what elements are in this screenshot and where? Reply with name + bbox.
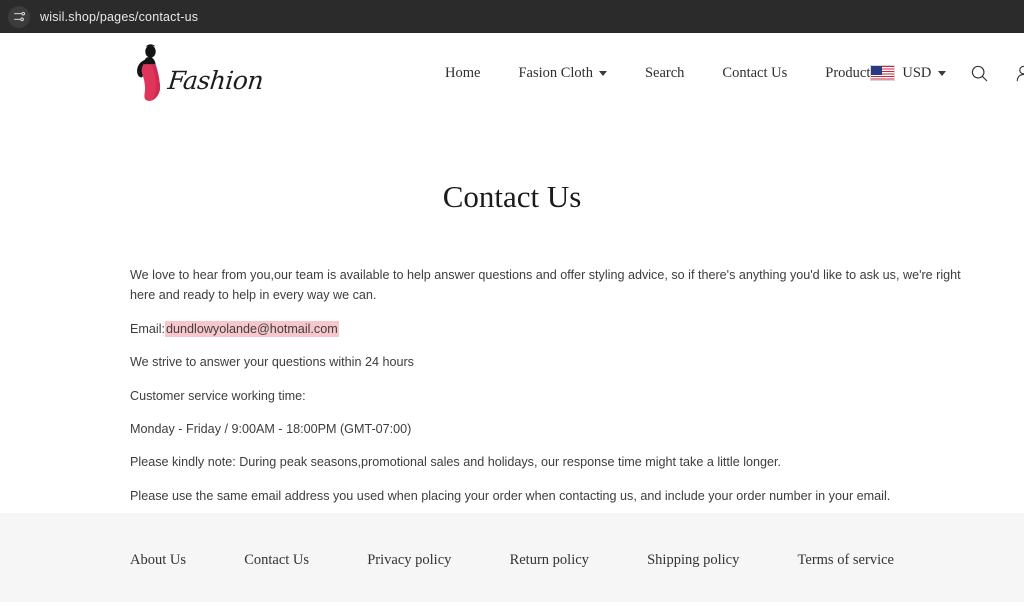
nav-item-label: Home [445,64,481,81]
account-icon[interactable] [1012,62,1024,84]
nav-item-label: Contact Us [722,64,788,81]
footer-link-privacy-policy[interactable]: Privacy policy [367,552,451,569]
footer-link-terms-of-service[interactable]: Terms of service [798,552,894,569]
browser-url-bar[interactable]: wisil.shop/pages/contact-us [0,0,1024,33]
footer-link-return-policy[interactable]: Return policy [510,552,589,569]
order-email-note: Please use the same email address you us… [130,488,891,503]
nav-item-search[interactable]: Search [645,65,684,82]
currency-label: USD [902,64,932,81]
site-logo[interactable]: Fashion [130,42,310,104]
footer-links: About Us Contact Us Privacy policy Retur… [0,552,1024,569]
main-content: Contact Us We love to hear from you,our … [0,179,1024,506]
site-footer: About Us Contact Us Privacy policy Retur… [0,513,1024,602]
chevron-down-icon [598,70,607,76]
peak-season-note: Please kindly note: During peak seasons,… [130,455,782,470]
email-label: Email: [130,321,165,336]
intro-paragraph: We love to hear from you,our team is ava… [130,268,961,303]
currency-selector[interactable]: USD [870,64,947,82]
nav-item-contact-us[interactable]: Contact Us [722,65,787,82]
email-line: Email:dundlowyolande@hotmail.com [130,319,975,339]
chevron-down-icon [938,70,947,76]
url-text: wisil.shop/pages/contact-us [40,9,199,24]
site-header: Fashion Home Fasion Cloth Search Contact… [0,33,1024,113]
working-hours: Monday - Friday / 9:00AM - 18:00PM (GMT-… [130,421,412,436]
main-navigation: Home Fasion Cloth Search Contact Us Prod… [445,65,870,82]
response-time-paragraph: We strive to answer your questions withi… [130,355,414,370]
page-title: Contact Us [442,179,582,214]
nav-item-home[interactable]: Home [445,65,480,82]
tune-sliders-icon[interactable] [8,5,30,28]
working-time-label: Customer service working time: [130,388,306,403]
page-canvas: Fashion Home Fasion Cloth Search Contact… [0,33,1024,602]
us-flag-icon [870,65,896,81]
footer-link-shipping-policy[interactable]: Shipping policy [647,552,739,569]
nav-item-fasion-cloth[interactable]: Fasion Cloth [518,65,607,82]
logo-script-text: Fashion [166,65,265,95]
nav-item-label: Fasion Cloth [518,64,593,81]
contact-body: We love to hear from you,our team is ava… [130,265,975,506]
nav-item-label: Product [825,64,871,81]
footer-link-contact-us[interactable]: Contact Us [244,552,309,569]
nav-item-label: Search [644,64,685,81]
email-address[interactable]: dundlowyolande@hotmail.com [165,320,339,337]
nav-item-product[interactable]: Product [825,65,870,82]
footer-link-about-us[interactable]: About Us [130,552,186,569]
search-icon[interactable] [968,62,990,84]
header-actions: USD [870,62,1024,84]
